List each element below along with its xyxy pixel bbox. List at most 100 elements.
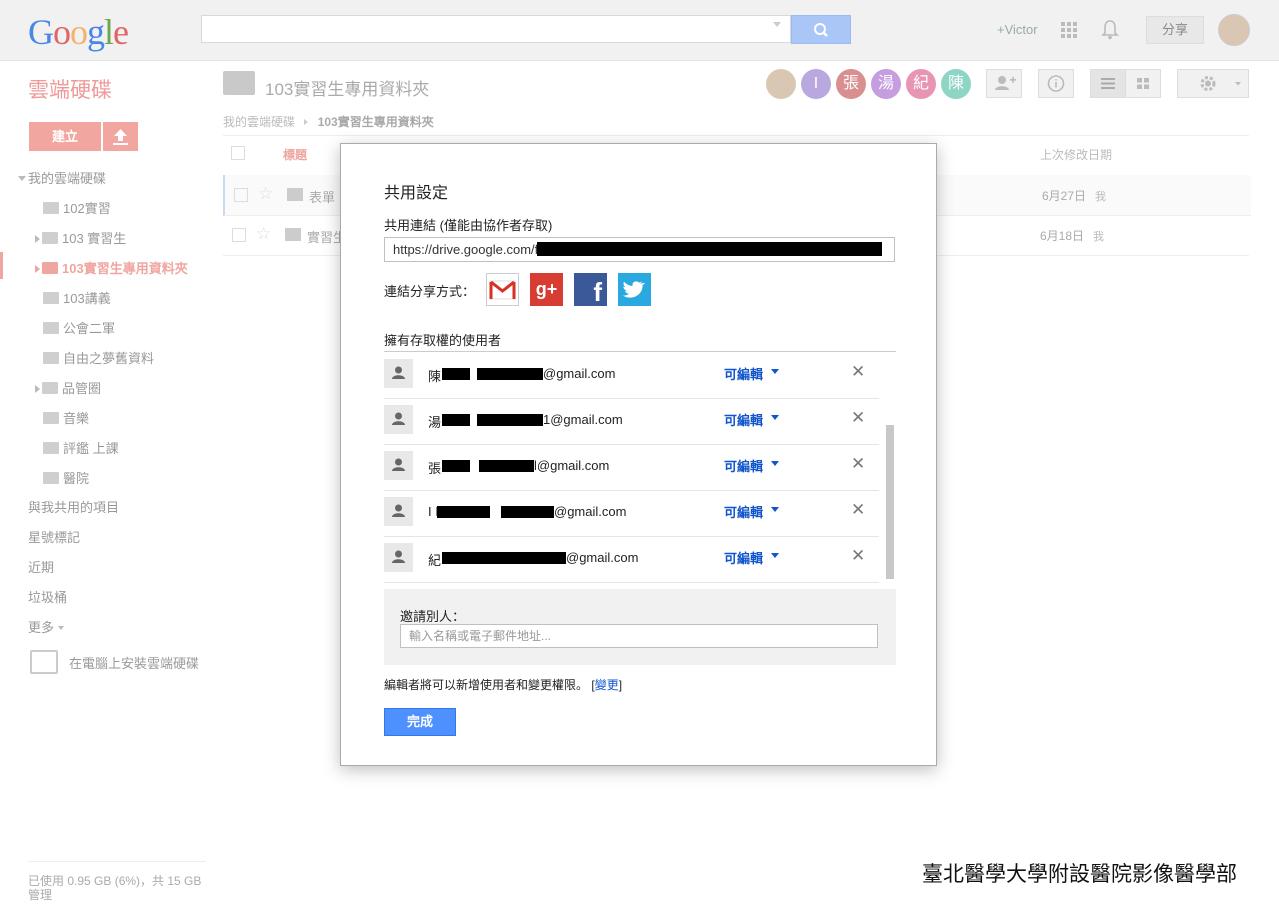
remove-user-close-icon[interactable]: ✕ [851,546,865,566]
chevron-down-icon[interactable] [771,507,779,512]
sidebar-folder-103-intern-dedicated[interactable]: 103實習生專用資料夾 [35,258,188,277]
form-file-icon [287,188,303,201]
share-via-label: 連結分享方式： [384,284,476,299]
install-drive-link[interactable]: 在電腦上安裝雲端硬碟 [69,653,199,672]
notification-bell-icon[interactable] [1101,20,1119,45]
create-button[interactable]: 建立 [29,122,101,151]
gear-icon [1200,76,1241,91]
sidebar-item-trash[interactable]: 垃圾桶 [28,587,67,606]
sidebar-folder-guild[interactable]: 公會二軍 [43,318,115,337]
folder-icon [43,442,59,454]
star-icon[interactable]: ☆ [256,224,271,244]
sidebar-folder-hospital[interactable]: 醫院 [43,468,89,487]
collaborator-row: 湯 1@gmail.com 可編輯 ✕ [384,398,879,445]
desktop-drive-icon[interactable] [30,650,58,674]
manage-storage-link[interactable]: 管理 [28,886,52,903]
sidebar-item-shared-with-me[interactable]: 與我共用的項目 [28,497,119,516]
collaborator-name: 陳 [428,369,442,384]
column-title-header[interactable]: 標題 [283,146,307,163]
chevron-down-icon[interactable] [771,553,779,558]
remove-user-close-icon[interactable]: ✕ [851,408,865,428]
sidebar-folder-103-handouts[interactable]: 103講義 [43,288,111,307]
share-button[interactable]: 分享 [1146,16,1204,44]
collaborator-row: 張 l@gmail.com 可編輯 ✕ [384,444,879,491]
apps-grid-icon[interactable] [1061,22,1077,38]
collaborator-avatar[interactable]: 張 [836,69,866,99]
folder-icon [43,472,59,484]
search-input[interactable] [201,15,791,43]
permission-dropdown[interactable]: 可編輯 [724,548,763,567]
search-options-caret-icon[interactable] [773,22,781,27]
add-person-icon [995,76,1016,90]
collaborator-avatar[interactable]: 陳 [941,69,971,99]
breadcrumb-root[interactable]: 我的雲端硬碟 [223,115,295,129]
search-button[interactable] [791,15,851,44]
collaborator-row: 陳 @gmail.com 可編輯 ✕ [384,352,879,399]
drive-title[interactable]: 雲端硬碟 [28,74,112,104]
collaborator-name: 紀 [428,553,442,568]
permission-dropdown[interactable]: 可編輯 [724,502,763,521]
user-name-link[interactable]: +Victor [997,22,1038,37]
remove-user-close-icon[interactable]: ✕ [851,454,865,474]
sidebar-folder-free-dream[interactable]: 自由之夢舊資料 [43,348,154,367]
sidebar-item-recent[interactable]: 近期 [28,557,54,576]
permission-dropdown[interactable]: 可編輯 [724,456,763,475]
user-avatar[interactable] [1218,14,1250,46]
collaborator-avatar[interactable]: 紀 [906,69,936,99]
file-modified-by: 我 [1093,231,1104,243]
done-button[interactable]: 完成 [384,708,456,736]
share-link-label: 共用連結 (僅能由協作者存取) [384,218,553,233]
list-view-icon [1101,78,1115,89]
collaborator-avatar[interactable] [766,69,796,99]
grid-view-button[interactable] [1125,69,1161,98]
shared-folder-icon [223,71,255,95]
storage-divider [28,861,206,862]
row-checkbox[interactable] [234,188,248,202]
redaction-bar [442,368,470,380]
upload-button[interactable] [103,122,138,151]
sidebar-folder-evaluation[interactable]: 評鑑 上課 [43,438,119,457]
redaction-bar [477,368,543,380]
sidebar-folder-103-intern[interactable]: 103 實習生 [35,228,126,247]
chevron-down-icon[interactable] [771,369,779,374]
list-view-button[interactable] [1090,69,1126,98]
collaborator-avatar[interactable]: I [801,69,831,99]
redaction-bar [442,414,470,426]
collapse-triangle-icon [35,265,40,273]
breadcrumb-current[interactable]: 103實習生專用資料夾 [318,115,434,129]
chevron-down-icon[interactable] [771,461,779,466]
sidebar-item-starred[interactable]: 星號標記 [28,527,80,546]
remove-user-close-icon[interactable]: ✕ [851,500,865,520]
column-modified-header[interactable]: 上次修改日期 [1040,146,1112,163]
sidebar-folder-102[interactable]: 102實習 [43,198,111,217]
permission-dropdown[interactable]: 可編輯 [724,364,763,383]
change-permission-link[interactable]: 變更 [595,678,619,692]
sidebar-folder-qcc[interactable]: 品管圈 [35,378,101,397]
invite-input[interactable]: 輸入名稱或電子郵件地址... [400,624,878,648]
remove-user-close-icon[interactable]: ✕ [851,362,865,382]
twitter-share-icon[interactable] [618,273,651,306]
gmail-share-icon[interactable] [486,273,519,306]
sidebar-folder-music[interactable]: 音樂 [43,408,89,427]
row-checkbox[interactable] [232,228,246,242]
file-name[interactable]: 表單 [309,187,335,206]
person-icon [384,359,413,388]
details-button[interactable] [1038,69,1074,98]
google-plus-share-icon[interactable]: g+ [530,273,563,306]
permission-dropdown[interactable]: 可編輯 [724,410,763,429]
upload-icon [113,129,128,145]
star-icon[interactable]: ☆ [258,184,273,204]
chevron-down-icon[interactable] [771,415,779,420]
sidebar-item-my-drive[interactable]: 我的雲端硬碟 [18,168,106,187]
breadcrumb: 我的雲端硬碟 103實習生專用資料夾 [223,113,434,130]
google-logo[interactable]: Google [28,12,129,52]
facebook-share-icon[interactable]: f [574,273,607,307]
folder-title[interactable]: 103實習生專用資料夾 [265,75,429,100]
settings-button[interactable] [1177,69,1249,98]
select-all-checkbox[interactable] [231,146,245,160]
user-list-scrollbar[interactable] [886,425,894,579]
collaborator-avatar[interactable]: 湯 [871,69,901,99]
add-people-button[interactable] [986,69,1022,98]
sidebar-item-more[interactable]: 更多 [28,617,64,636]
expand-triangle-icon [18,176,26,181]
